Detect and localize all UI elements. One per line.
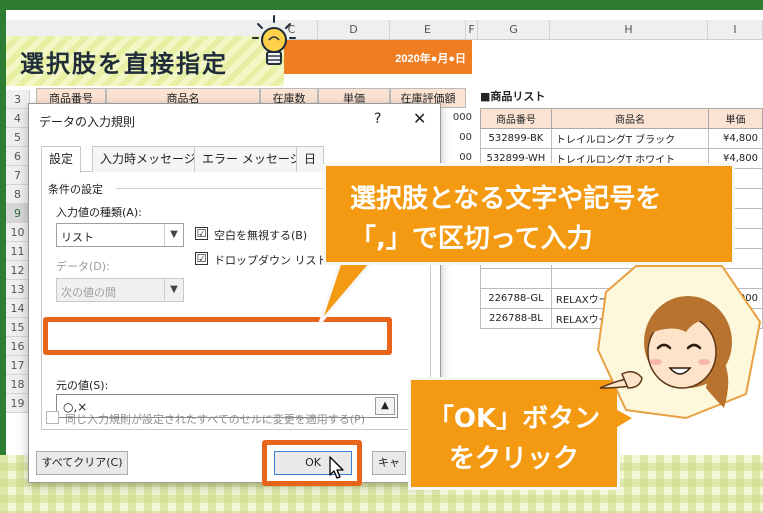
tab-input-message[interactable]: 入力時メッセージ — [92, 146, 204, 172]
data-label: データ(D): — [56, 260, 110, 273]
callout-tail — [318, 255, 380, 324]
row-header[interactable]: 3 — [6, 90, 30, 109]
cell-value[interactable]: 00 — [446, 128, 472, 148]
row-header[interactable]: 11 — [6, 242, 30, 261]
row-header[interactable]: 6 — [6, 147, 30, 166]
date-label: 2020年●月●日 — [395, 53, 466, 65]
table-header-cell[interactable]: 商品番号 — [480, 108, 552, 129]
table-header-row: 商品番号 商品名 単価 — [480, 108, 763, 129]
callout-text: をクリック — [448, 444, 579, 474]
chevron-down-icon[interactable]: ▼ — [164, 279, 183, 301]
product-list-title: ■商品リスト — [480, 90, 546, 103]
row-header[interactable]: 19 — [6, 394, 30, 413]
callout-text: 「,」で区切って入力 — [350, 224, 593, 254]
dropdown-checkbox[interactable]: ☑ — [195, 252, 208, 265]
ignore-blank-label: 空白を無視する(B) — [214, 229, 308, 242]
tab-ime[interactable]: 日 — [296, 146, 325, 172]
callout-text: 「OK」ボタン — [427, 404, 601, 434]
cell-value[interactable]: 000 — [446, 108, 472, 128]
table-cell[interactable]: 226788-BL — [480, 308, 552, 329]
column-header[interactable]: D — [318, 20, 390, 40]
row-header[interactable]: 16 — [6, 337, 30, 356]
row-header[interactable]: 4 — [6, 109, 30, 128]
callout-text: 選択肢となる文字や記号を — [350, 184, 662, 214]
row-header[interactable]: 15 — [6, 318, 30, 337]
ok-highlight-frame — [262, 440, 362, 486]
row-header[interactable]: 12 — [6, 261, 30, 280]
table-cell[interactable]: 226788-GL — [480, 288, 552, 309]
instruction-callout: 選択肢となる文字や記号を 「,」で区切って入力 — [323, 163, 735, 265]
table-header-cell[interactable]: 単価 — [708, 108, 763, 129]
chevron-down-icon[interactable]: ▼ — [164, 224, 183, 246]
tab-settings[interactable]: 設定 — [41, 146, 82, 173]
data-select[interactable]: 次の値の間 ▼ — [56, 278, 184, 302]
title-banner: 選択肢を直接指定 — [6, 36, 284, 86]
dialog-title: データの入力規則 — [39, 115, 136, 129]
mouse-cursor-icon — [329, 456, 344, 479]
frame-top-bar — [0, 0, 763, 10]
table-cell[interactable] — [480, 268, 552, 289]
cancel-button[interactable]: キャ — [372, 451, 406, 475]
table-header-cell[interactable]: 商品名 — [550, 108, 710, 129]
table-row: 532899-BK トレイルロングT ブラック ¥4,800 — [480, 128, 763, 149]
lightbulb-icon — [252, 15, 296, 65]
table-cell[interactable]: 532899-BK — [480, 128, 552, 149]
allow-select-value: リスト — [61, 231, 94, 244]
row-header-selected[interactable]: 9 — [6, 204, 30, 223]
ignore-blank-checkbox[interactable]: ☑ — [195, 227, 208, 240]
allow-label: 入力値の種類(A): — [56, 206, 142, 219]
row-header[interactable]: 18 — [6, 375, 30, 394]
column-header[interactable]: I — [708, 20, 763, 40]
clear-all-button[interactable]: すべてクリア(C) — [36, 451, 128, 475]
column-header[interactable]: G — [478, 20, 550, 40]
row-header[interactable]: 13 — [6, 280, 30, 299]
column-header[interactable]: H — [550, 20, 708, 40]
ok-callout: 「OK」ボタン をクリック — [408, 377, 620, 490]
row-header[interactable]: 17 — [6, 356, 30, 375]
source-label: 元の値(S): — [56, 379, 109, 392]
table-cell[interactable]: トレイルロングT ブラック — [550, 128, 710, 149]
apply-to-all-label: 同じ入力規則が設定されたすべてのセルに変更を適用する(P) — [65, 413, 366, 426]
column-header[interactable]: E — [390, 20, 466, 40]
tab-error-message[interactable]: エラー メッセージ — [194, 146, 310, 172]
assistant-character-icon — [596, 265, 762, 420]
allow-select[interactable]: リスト ▼ — [56, 223, 184, 247]
apply-to-all-checkbox[interactable] — [46, 411, 59, 424]
help-button[interactable]: ? — [374, 111, 381, 127]
data-select-value: 次の値の間 — [61, 286, 116, 299]
close-button[interactable]: ✕ — [413, 109, 426, 128]
row-header[interactable]: 8 — [6, 185, 30, 204]
column-header[interactable]: F — [466, 20, 478, 40]
row-header[interactable]: 14 — [6, 299, 30, 318]
table-cell[interactable]: ¥4,800 — [708, 128, 763, 149]
row-header[interactable]: 10 — [6, 223, 30, 242]
row-header[interactable]: 7 — [6, 166, 30, 185]
collapse-dialog-icon[interactable]: ▲ — [375, 397, 395, 415]
row-headers: 3 4 5 6 7 8 9 10 11 12 13 14 15 16 17 18… — [6, 90, 30, 413]
group-label: 条件の設定 — [48, 183, 103, 196]
row-header[interactable]: 5 — [6, 128, 30, 147]
page-title: 選択肢を直接指定 — [20, 50, 228, 78]
